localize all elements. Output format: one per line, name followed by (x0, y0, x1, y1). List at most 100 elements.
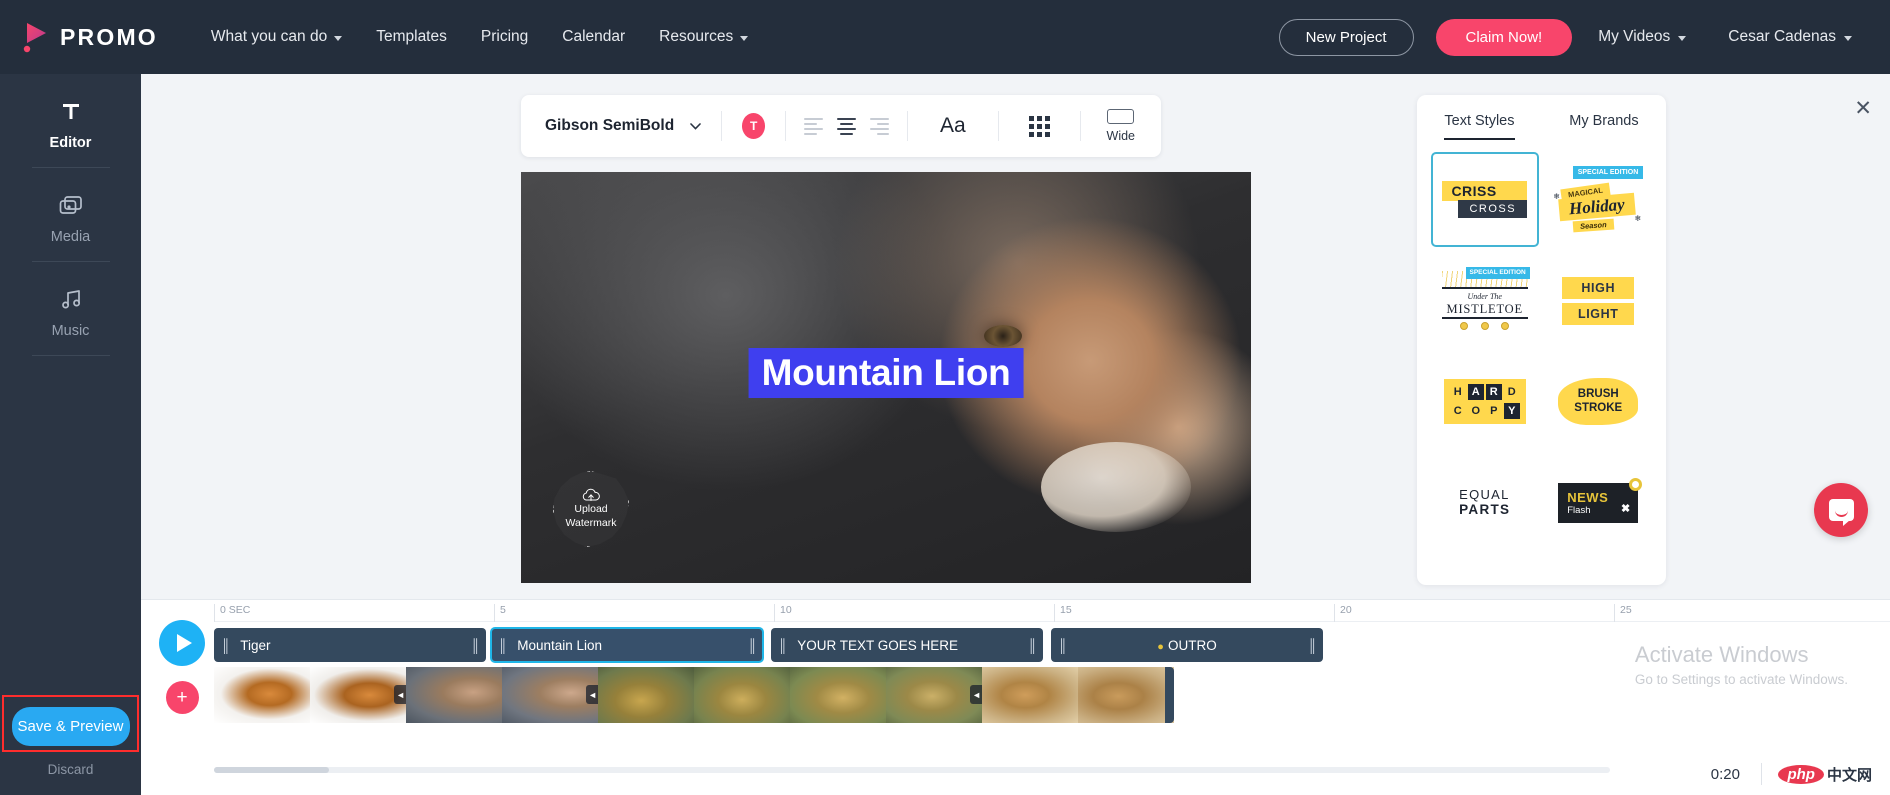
thumbnail-frame[interactable]: ◄► (502, 667, 598, 723)
font-family-select[interactable]: Gibson SemiBold (521, 117, 721, 135)
tab-my-brands[interactable]: My Brands (1569, 113, 1638, 140)
timeline-divider (1761, 763, 1762, 785)
sidebar-item-label: Editor (49, 135, 92, 151)
style-tile-equal-parts[interactable]: EQUAL PARTS (1431, 455, 1539, 550)
style-line-2: Flash (1567, 504, 1591, 516)
chevron-down-icon (334, 35, 343, 41)
style-tile-news-flash[interactable]: NEWS Flash ✖ (1544, 455, 1652, 550)
timeline-clip-your-text[interactable]: ║ YOUR TEXT GOES HERE ║ (771, 628, 1043, 662)
top-navigation-bar: PROMO What you can do Templates Pricing … (0, 0, 1890, 74)
transition-icon[interactable]: ◄► (586, 685, 598, 704)
close-panel-icon[interactable]: ✕ (1854, 98, 1872, 119)
timeline-scrollbar[interactable] (214, 767, 1610, 773)
clip-left-handle[interactable]: ║ (214, 638, 236, 653)
timeline-controls: + (159, 620, 205, 714)
style-tile-under-the-mistletoe[interactable]: SPECIAL EDITION Under The MISTLETOE (1431, 253, 1539, 348)
thumbnail-frame[interactable] (694, 667, 790, 723)
nav-link-resources[interactable]: Resources (642, 28, 765, 46)
timeline-clip-tiger[interactable]: ║ Tiger ║ (214, 628, 486, 662)
style-line-1-row: HARD (1453, 384, 1516, 400)
smile-icon (1834, 510, 1848, 517)
thumbnail-frame[interactable] (598, 667, 694, 723)
chat-support-button[interactable] (1814, 483, 1868, 537)
save-and-preview-button[interactable]: Save & Preview (11, 707, 130, 746)
sidebar-item-media[interactable]: Media (0, 168, 141, 261)
sidebar-item-editor[interactable]: Editor (0, 74, 141, 167)
text-clip-lane: ║ Tiger ║ ║ Mountain Lion ║ ║ YOUR TEXT … (214, 627, 1890, 663)
promo-logo[interactable]: PROMO (22, 21, 158, 53)
style-tile-hard-copy[interactable]: HARD COPY (1431, 354, 1539, 449)
thumbnail-filmstrip[interactable]: ◄► ◄► (214, 667, 1890, 723)
thumbnail-frame[interactable] (1078, 667, 1174, 723)
clip-left-handle[interactable]: ║ (771, 638, 793, 653)
align-right-icon[interactable] (870, 115, 890, 138)
clip-label: Tiger (240, 637, 271, 653)
transition-icon[interactable]: ◄► (970, 685, 982, 704)
nav-link-templates[interactable]: Templates (359, 28, 464, 46)
clip-right-handle[interactable]: ║ (1021, 638, 1043, 653)
thumbnail-frame[interactable]: ◄► (886, 667, 982, 723)
align-center-icon[interactable] (837, 115, 857, 138)
thumbnail-frame[interactable]: ◄► (310, 667, 406, 723)
clip-left-handle[interactable]: ║ (1051, 638, 1073, 653)
nav-right-actions: New Project Claim Now! My Videos Cesar C… (1278, 18, 1868, 56)
timeline-scrollbar-thumb[interactable] (214, 767, 329, 773)
add-scene-button[interactable]: + (165, 681, 199, 714)
promo-play-logo-icon (22, 21, 52, 53)
nav-link-calendar[interactable]: Calendar (545, 28, 642, 46)
timeline-clip-mountain-lion[interactable]: ║ Mountain Lion ║ (490, 627, 764, 663)
clip-right-handle[interactable]: ║ (464, 638, 486, 653)
style-tile-high-light[interactable]: HIGH LIGHT (1544, 253, 1652, 348)
thumbnail-frame[interactable] (982, 667, 1078, 723)
timeline-ruler: 0 SEC 5 10 15 20 25 (214, 600, 1890, 622)
claim-now-button[interactable]: Claim Now! (1435, 18, 1573, 56)
style-tile-criss-cross[interactable]: CRISS CROSS (1431, 152, 1539, 247)
chevron-down-icon (1678, 35, 1687, 41)
clip-label-text: OUTRO (1167, 637, 1217, 653)
font-size-button[interactable]: Aa (908, 114, 998, 138)
clip-label: YOUR TEXT GOES HERE (797, 637, 959, 653)
my-videos-menu[interactable]: My Videos (1582, 28, 1702, 46)
filmstrip-end-handle[interactable] (1165, 667, 1174, 723)
style-line-1: HIGH (1562, 276, 1635, 299)
style-line-1: BRUSH (1577, 388, 1619, 401)
transition-icon[interactable]: ◄► (394, 685, 406, 704)
timeline-clip-outro[interactable]: ║ ● OUTRO ║ (1051, 628, 1323, 662)
style-badge: SPECIAL EDITION (1465, 267, 1530, 279)
style-line-2: MISTLETOE (1446, 302, 1523, 316)
text-color-swatch[interactable]: T (742, 113, 766, 139)
nav-link-pricing[interactable]: Pricing (464, 28, 545, 46)
thumbnail-frame[interactable] (214, 667, 310, 723)
style-tile-magical-holiday[interactable]: ❄ ❄ SPECIAL EDITION MAGICAL Holiday Seas… (1544, 152, 1652, 247)
thumbnail-frame[interactable] (406, 667, 502, 723)
nav-link-what-you-can-do[interactable]: What you can do (194, 28, 359, 46)
clip-left-handle[interactable]: ║ (491, 638, 513, 653)
php-watermark-text: 中文网 (1826, 767, 1872, 784)
sidebar-item-music[interactable]: Music (0, 262, 141, 355)
user-account-menu[interactable]: Cesar Cadenas (1712, 28, 1868, 46)
sidebar-footer: Save & Preview Discard (0, 695, 141, 795)
style-tile-brush-stroke[interactable]: BRUSH STROKE (1544, 354, 1652, 449)
text-align-group (786, 115, 907, 138)
thumbnail-frame[interactable] (790, 667, 886, 723)
decorative-dot (1629, 477, 1643, 491)
wide-label: Wide (1106, 129, 1135, 143)
grid-dots-icon[interactable] (999, 115, 1080, 137)
chevron-down-icon (1844, 35, 1852, 41)
new-project-button[interactable]: New Project (1278, 18, 1414, 56)
align-left-icon[interactable] (804, 115, 824, 138)
aspect-ratio-wide-button[interactable]: Wide (1081, 109, 1161, 143)
main-nav-links: What you can do Templates Pricing Calend… (194, 28, 765, 46)
discard-button[interactable]: Discard (0, 762, 141, 777)
tab-text-styles[interactable]: Text Styles (1444, 113, 1515, 140)
clip-right-handle[interactable]: ║ (741, 638, 763, 653)
style-line-2: STROKE (1574, 401, 1623, 414)
video-canvas-preview[interactable]: Mountain Lion Upload Watermark (521, 172, 1251, 583)
clip-label: ● OUTRO (1073, 638, 1301, 653)
clip-right-handle[interactable]: ║ (1301, 638, 1323, 653)
decorative-rule (1441, 287, 1528, 289)
play-button[interactable] (159, 620, 205, 666)
canvas-text-element[interactable]: Mountain Lion (748, 348, 1024, 398)
ruler-tick: 0 SEC (214, 604, 250, 622)
nav-link-label: Templates (376, 28, 447, 45)
